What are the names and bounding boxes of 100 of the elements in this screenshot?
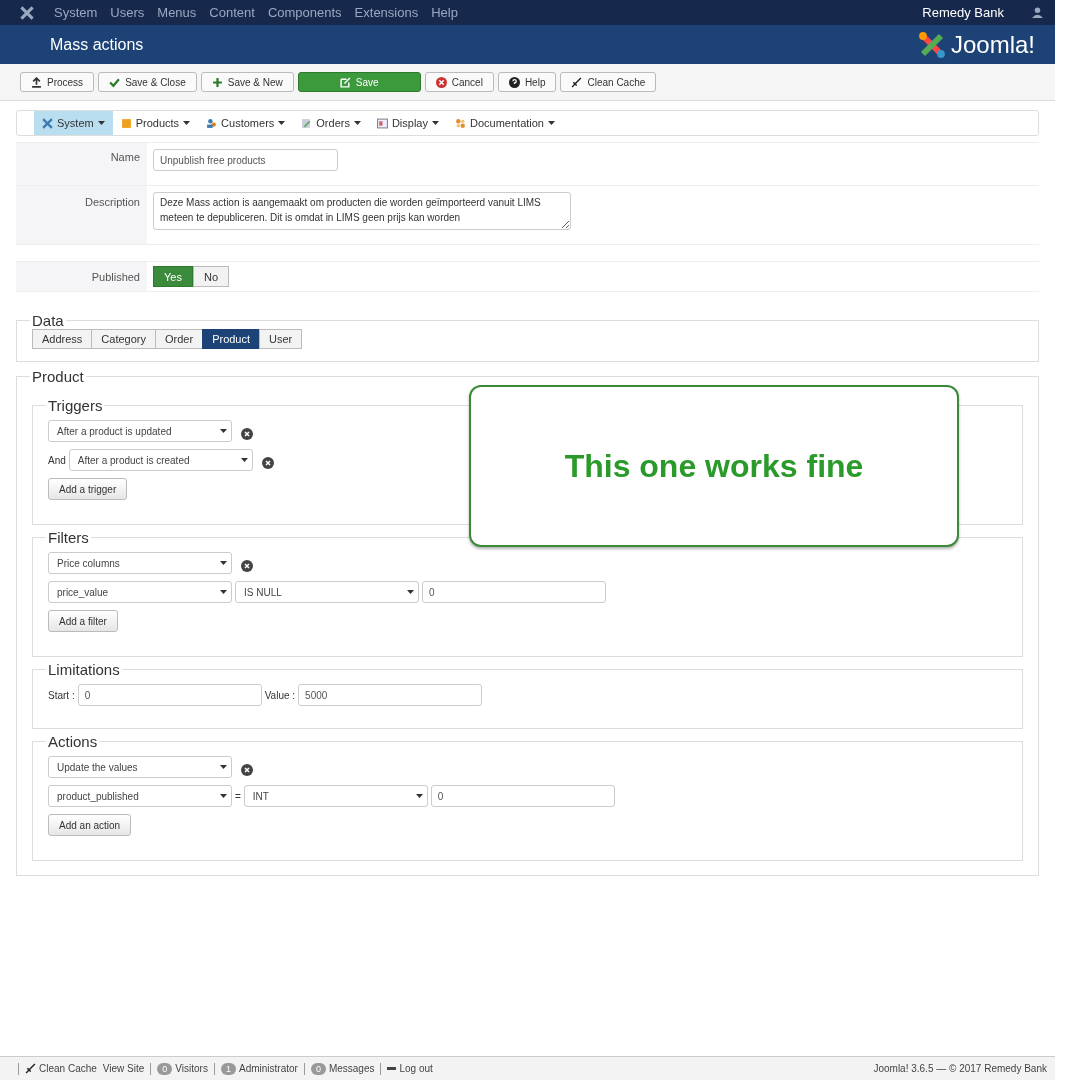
submenu-item[interactable]: Documentation	[447, 111, 563, 135]
toggle-option[interactable]: No	[192, 266, 229, 287]
caret-icon	[183, 121, 191, 125]
toolbar-button[interactable]: Save	[297, 72, 421, 92]
caret-icon	[415, 794, 423, 798]
row-label: =	[235, 790, 241, 802]
caret-icon	[220, 590, 227, 594]
toggle-option[interactable]: Yes	[153, 266, 193, 287]
input-field[interactable]: 5000	[298, 684, 483, 706]
caret-icon	[220, 765, 227, 769]
caret-icon	[548, 121, 555, 125]
caret-icon	[220, 794, 227, 798]
toolbar-button[interactable]: Cancel	[424, 72, 494, 92]
user-icon[interactable]	[1032, 7, 1043, 18]
section-legend: Data	[30, 312, 66, 329]
status-link[interactable]: Clean Cache	[25, 1063, 97, 1074]
row-label: And	[48, 454, 66, 466]
select-field[interactable]: Update the values	[48, 756, 232, 778]
docs-icon	[455, 117, 466, 129]
status-link[interactable]: 0 Messages	[310, 1062, 375, 1075]
add-button[interactable]: Add a trigger	[48, 478, 128, 500]
toolbar-button[interactable]: Save & New	[200, 72, 294, 92]
toolbar-button[interactable]: Help	[497, 72, 557, 92]
input-field[interactable]: 0	[77, 684, 262, 706]
logo-icon	[916, 29, 947, 60]
caret-icon	[407, 590, 414, 594]
caret-icon	[353, 121, 361, 125]
caret-icon	[278, 121, 286, 125]
field-label: Description	[84, 196, 140, 210]
minus-icon	[387, 1067, 397, 1070]
count-badge: 0	[157, 1062, 173, 1075]
data-tab[interactable]: Order	[155, 329, 204, 349]
select-field[interactable]: IS NULL	[235, 581, 419, 603]
menu-item[interactable]: Content	[209, 5, 255, 20]
cancel-icon	[435, 76, 447, 88]
caret-icon	[220, 561, 227, 565]
menu-item[interactable]: Users	[110, 5, 145, 20]
logout-link[interactable]: Log out	[387, 1063, 433, 1074]
menu-item[interactable]: Extensions	[354, 5, 419, 20]
caret-icon	[432, 121, 439, 125]
callout-text: This one works fine	[564, 447, 864, 485]
field-label: Name	[110, 151, 140, 165]
caret-icon	[220, 429, 227, 433]
section-legend: Triggers	[46, 397, 105, 414]
menu-item[interactable]: Components	[267, 5, 342, 20]
toolbar-button[interactable]: Clean Cache	[560, 72, 657, 92]
upload-icon	[31, 76, 42, 88]
status-link[interactable]: View Site	[102, 1063, 145, 1074]
page-title: Mass actions	[50, 35, 144, 54]
edit-icon	[339, 76, 351, 88]
remove-icon[interactable]	[241, 560, 253, 572]
submenu-item[interactable]: Products	[112, 111, 199, 135]
count-badge: 1	[220, 1062, 236, 1075]
input-field[interactable]: 0	[422, 581, 606, 603]
submenu-item[interactable]: Orders	[293, 111, 369, 135]
menu-item[interactable]: System	[54, 5, 98, 20]
data-tab[interactable]: User	[259, 329, 303, 349]
select-field[interactable]: INT	[243, 785, 428, 807]
remove-icon[interactable]	[241, 428, 253, 440]
help-icon	[508, 76, 520, 88]
menu-item[interactable]: Help	[431, 5, 458, 20]
submenu-item[interactable]: System	[34, 111, 113, 135]
submenu-item[interactable]: Customers	[198, 111, 294, 135]
status-link[interactable]: 0 Visitors	[157, 1062, 208, 1075]
description-field[interactable]: Deze Mass action is aangemaakt om producten die worden geïmporteerd vanuit LIMS meteen te depubliceren. Dit is omdat in LIMS geen prijs kan worden	[153, 192, 571, 230]
row-label: Start :	[48, 689, 75, 701]
section-legend: Limitations	[46, 661, 122, 678]
data-tab[interactable]: Product	[202, 329, 261, 349]
display-icon	[376, 117, 388, 129]
select-field[interactable]: After a product is updated	[48, 420, 232, 442]
menu-item[interactable]: Menus	[157, 5, 197, 20]
toolbar-button[interactable]: Process	[20, 72, 95, 92]
count-badge: 0	[310, 1062, 326, 1075]
field-label: Published	[91, 271, 140, 285]
data-tab[interactable]: Address	[32, 329, 93, 349]
select-field[interactable]: After a product is created	[68, 449, 253, 471]
remove-icon[interactable]	[261, 457, 274, 469]
section-legend: Actions	[46, 733, 100, 750]
add-button[interactable]: Add a filter	[48, 610, 118, 632]
orders-icon	[301, 117, 313, 129]
row-label: Value :	[264, 689, 296, 701]
select-field[interactable]: Price columns	[48, 552, 232, 574]
plus-icon	[211, 76, 223, 88]
remove-icon[interactable]	[241, 764, 253, 776]
name-field[interactable]: Unpublish free products	[153, 149, 338, 171]
input-field[interactable]: 0	[430, 785, 615, 807]
status-link[interactable]: 1 Administrator	[220, 1062, 298, 1075]
toolbar-button[interactable]: Save & Close	[98, 72, 197, 92]
submenu-item[interactable]: Display	[368, 111, 447, 135]
select-field[interactable]: price_value	[48, 581, 232, 603]
caret-icon	[97, 121, 105, 125]
site-link[interactable]: Remedy Bank	[922, 5, 1004, 20]
select-field[interactable]: product_published	[48, 785, 232, 807]
section-legend: Product	[30, 368, 86, 385]
add-button[interactable]: Add an action	[48, 814, 132, 836]
version-text: Joomla! 3.6.5 — © 2017 Remedy Bank	[873, 1063, 1047, 1074]
check-icon	[109, 76, 121, 88]
section-legend: Filters	[46, 529, 91, 546]
users-icon	[206, 117, 218, 129]
data-tab[interactable]: Category	[91, 329, 156, 349]
